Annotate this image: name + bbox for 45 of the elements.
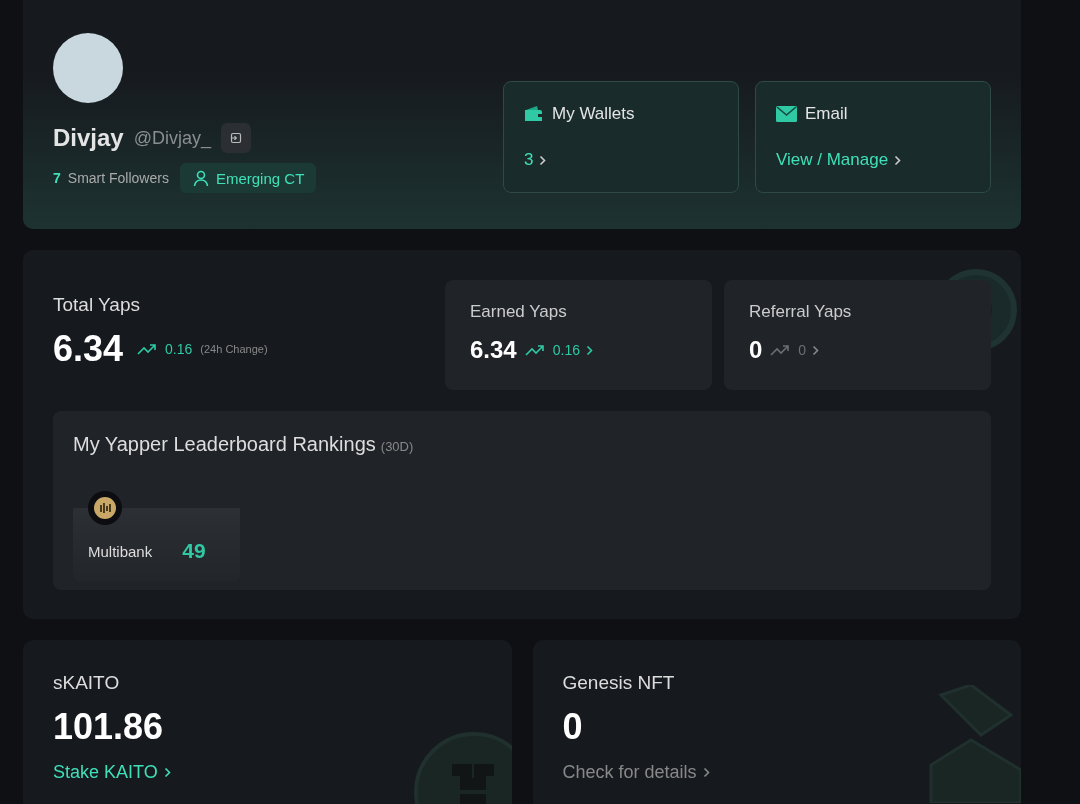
wallet-icon (524, 105, 544, 123)
change-link[interactable]: 0.16 (552, 342, 593, 358)
total-yaps-label: Total Yaps (53, 294, 141, 316)
card-link[interactable]: View / Manage (776, 150, 970, 170)
logout-button[interactable] (221, 123, 251, 153)
project-logo-icon (88, 491, 122, 525)
yaps-stat-card[interactable]: Earned Yaps 6.34 0.16 (445, 280, 712, 390)
trend-up-icon (137, 343, 158, 355)
rank-value: 49 (182, 539, 206, 563)
asset-label: sKAITO (53, 672, 121, 694)
asset-label: Genesis NFT (562, 672, 676, 694)
chevron-icon (702, 767, 710, 778)
logout-icon (230, 132, 242, 144)
mail-icon (776, 106, 797, 122)
stat-value: 0 (749, 336, 763, 364)
stat-label: Earned Yaps (470, 302, 568, 322)
card-title: My Wallets (552, 104, 635, 124)
account-card[interactable]: Email View / Manage (755, 81, 991, 193)
stat-value: 6.34 (470, 336, 517, 364)
change-value: 0.16 (165, 341, 193, 357)
project-name: Multibank (88, 542, 153, 560)
person-icon (191, 169, 210, 187)
smart-followers-count: 7 (53, 170, 61, 186)
period-label: (30D) (380, 439, 414, 454)
leaderboard-title: My Yapper Leaderboard Rankings (73, 433, 376, 456)
stat-label: Referral Yaps (749, 302, 853, 322)
total-yaps-value: 6.34 (53, 328, 124, 370)
yaps-stat-card[interactable]: Referral Yaps 0 0 (724, 280, 991, 390)
profile-handle: @Divjay_ (133, 127, 211, 149)
chevron-icon (812, 344, 820, 356)
chevron-icon (585, 344, 593, 356)
asset-link[interactable]: Stake KAITO (53, 762, 482, 783)
chevron-icon (163, 767, 171, 778)
chevron-icon (894, 154, 902, 166)
chevron-icon (539, 154, 547, 166)
card-link[interactable]: 3 (524, 150, 718, 170)
asset-link[interactable]: Check for details (562, 762, 991, 783)
asset-value: 0 (562, 706, 584, 748)
card-title: Email (805, 104, 848, 124)
asset-value: 101.86 (53, 706, 165, 748)
account-card[interactable]: My Wallets 3 (503, 81, 739, 193)
profile-name: Divjay (53, 124, 124, 152)
smart-followers-label: Smart Followers (67, 170, 169, 186)
change-note: (24h Change) (200, 343, 268, 355)
emerging-badge: Emerging CT (179, 163, 317, 193)
